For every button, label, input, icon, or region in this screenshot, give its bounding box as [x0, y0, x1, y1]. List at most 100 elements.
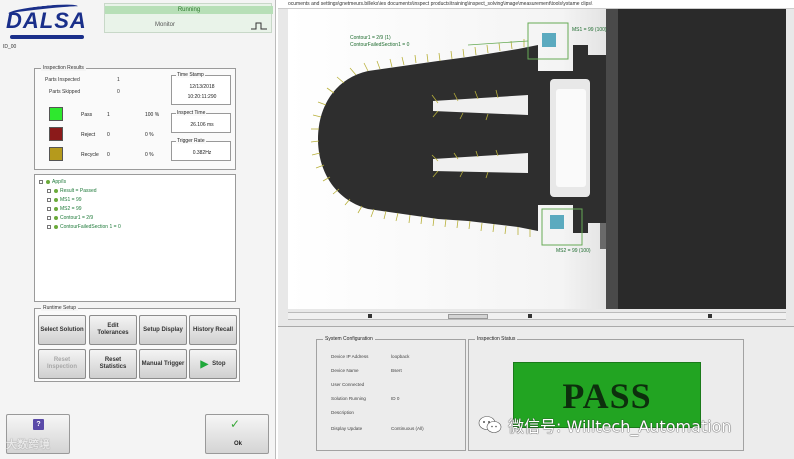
history-recall-button[interactable]: History Recall — [189, 315, 237, 345]
mode-running[interactable]: Running — [105, 6, 273, 14]
pass-pct: 100 % — [145, 112, 160, 118]
mode-monitor[interactable]: Monitor — [105, 22, 225, 28]
parts-inspected-row: Parts Inspected 1 — [45, 77, 120, 83]
status-panel: System Configuration Device IP Address lo… — [278, 326, 794, 459]
pass-count: 1 — [107, 112, 110, 118]
inspect-time-box: Inspect Time 26.106 ms — [171, 110, 231, 133]
app-window: DALSA ID_00 Running Monitor Inspection R… — [0, 0, 794, 459]
trigger-rate-label: Trigger Rate — [176, 138, 206, 144]
system-configuration-panel: System Configuration Device IP Address lo… — [316, 336, 466, 451]
tree-item-ms2[interactable]: MS2 = 99 — [47, 206, 82, 212]
reject-swatch — [49, 127, 63, 141]
edit-tolerances-button[interactable]: Edit Tolerances — [89, 315, 137, 345]
ms2-label: MS2 = 99 (100) — [556, 248, 591, 254]
tree-node-icon — [54, 197, 58, 202]
tree-item-result[interactable]: Result = Passed — [47, 188, 97, 194]
tree-node-icon — [54, 215, 58, 220]
stop-label: Stop — [212, 360, 226, 367]
time-stamp-box: Time Stamp 12/13/2018 10:20:11:290 — [171, 72, 231, 105]
select-solution-button[interactable]: Select Solution — [38, 315, 86, 345]
inspection-image[interactable]: Contour1 = 2/9 (1) ContourFailedSection1… — [288, 9, 786, 309]
ok-button[interactable]: ✓ Ok — [205, 414, 269, 454]
setup-display-button[interactable]: Setup Display — [139, 315, 187, 345]
dalsa-logo: DALSA — [6, 2, 92, 39]
config-row: Solution Running ID 0 — [331, 396, 400, 401]
mode-indicator: Running Monitor — [104, 3, 273, 33]
wechat-icon — [478, 416, 502, 433]
trigger-rate-value: 0.382Hz — [192, 150, 212, 156]
check-icon: ✓ — [230, 417, 241, 431]
system-configuration-title: System Configuration — [323, 336, 375, 342]
watermark-left: 大数跨境 — [6, 439, 50, 451]
stop-button[interactable]: ▶ Stop — [189, 349, 237, 379]
play-icon: ▶ — [200, 358, 209, 370]
trigger-rate-box: Trigger Rate 0.382Hz — [171, 138, 231, 161]
right-panel: ocuments and settings\gnetmeurs.billeks\… — [278, 0, 794, 459]
config-row: Description — [331, 410, 354, 415]
tree-item-root[interactable]: App/Is — [39, 179, 66, 185]
inspection-results-panel: Inspection Results Parts Inspected 1 Par… — [34, 65, 236, 170]
parts-skipped-row: Parts Skipped 0 — [45, 89, 120, 95]
tree-expander-icon[interactable] — [47, 215, 51, 220]
recycle-pct: 0 % — [145, 152, 154, 158]
scroll-thumb[interactable] — [448, 314, 488, 319]
parts-inspected-value: 1 — [117, 77, 120, 83]
config-row: Device IP Address loopback — [331, 354, 410, 359]
tree-expander-icon[interactable] — [47, 224, 51, 229]
reject-pct: 0 % — [145, 132, 154, 138]
recycle-swatch — [49, 147, 63, 161]
pulse-icon — [251, 22, 267, 30]
runtime-setup-title: Runtime Setup — [41, 305, 79, 311]
reject-label: Reject — [81, 132, 96, 138]
config-row: User Connected — [331, 382, 365, 387]
ms1-label: MS1 = 99 (100) — [572, 27, 607, 33]
parts-inspected-label: Parts Inspected — [45, 77, 80, 83]
image-scrollbar[interactable] — [288, 312, 786, 320]
pass-swatch — [49, 107, 63, 121]
contour-label: Contour1 = 2/9 (1) — [350, 35, 391, 41]
reset-inspection-button[interactable]: Reset Inspection — [38, 349, 86, 379]
manual-trigger-button[interactable]: Manual Trigger — [139, 349, 187, 379]
wechat-watermark: 微信号: Willtech_Automation — [478, 413, 732, 437]
tree-expander-icon[interactable] — [39, 179, 43, 184]
time-stamp-date: 12/13/2018 — [189, 84, 215, 90]
tree-node-icon — [54, 206, 58, 211]
tree-node-icon — [46, 179, 50, 184]
time-stamp-time: 10:20:11:290 — [187, 94, 217, 100]
solution-id: ID_00 — [3, 44, 17, 50]
config-row: Device Name Bsert — [331, 368, 402, 373]
tree-item-contour1[interactable]: Contour1 = 2/9 — [47, 215, 93, 221]
inspection-results-title: Inspection Results — [41, 65, 86, 71]
inspect-time-value: 26.106 ms — [190, 122, 214, 128]
results-tree[interactable]: App/Is Result = Passed MS1 = 99 MS2 = 99… — [34, 174, 236, 302]
time-stamp-label: Time Stamp — [176, 72, 205, 78]
inspect-time-label: Inspect Time — [176, 110, 207, 116]
tree-expander-icon[interactable] — [47, 206, 51, 211]
inspection-image-svg: Contour1 = 2/9 (1) ContourFailedSection1… — [288, 9, 786, 309]
tree-item-ms1[interactable]: MS1 = 99 — [47, 197, 82, 203]
ok-label: Ok — [233, 441, 242, 447]
recycle-count: 0 — [107, 152, 110, 158]
scroll-marker — [368, 314, 372, 318]
inspection-status-title: Inspection Status — [475, 336, 518, 342]
left-panel: DALSA ID_00 Running Monitor Inspection R… — [0, 0, 276, 459]
scroll-marker — [528, 314, 532, 318]
tree-node-icon — [54, 188, 58, 193]
recycle-label: Recycle — [81, 152, 99, 158]
tree-node-icon — [54, 224, 58, 229]
config-row: Display Update Continuous (All) — [331, 426, 424, 431]
tree-expander-icon[interactable] — [47, 197, 51, 202]
contour-fail-label: ContourFailedSection1 = 0 — [350, 42, 410, 48]
logo-underline — [10, 35, 84, 39]
tree-item-contour-failed[interactable]: ContourFailedSection 1 = 0 — [47, 224, 121, 230]
parts-skipped-label: Parts Skipped — [49, 89, 81, 95]
runtime-setup-panel: Runtime Setup Select Solution Edit Toler… — [34, 305, 240, 382]
parts-skipped-value: 0 — [117, 89, 120, 95]
wechat-text: 微信号: Willtech_Automation — [508, 417, 732, 436]
help-icon: ? — [33, 419, 44, 430]
logo-text: DALSA — [6, 8, 87, 33]
tree-expander-icon[interactable] — [47, 188, 51, 193]
reset-statistics-button[interactable]: Reset Statistics — [89, 349, 137, 379]
image-path: ocuments and settings\gnetmeurs.billeks\… — [278, 0, 794, 9]
scroll-marker — [708, 314, 712, 318]
